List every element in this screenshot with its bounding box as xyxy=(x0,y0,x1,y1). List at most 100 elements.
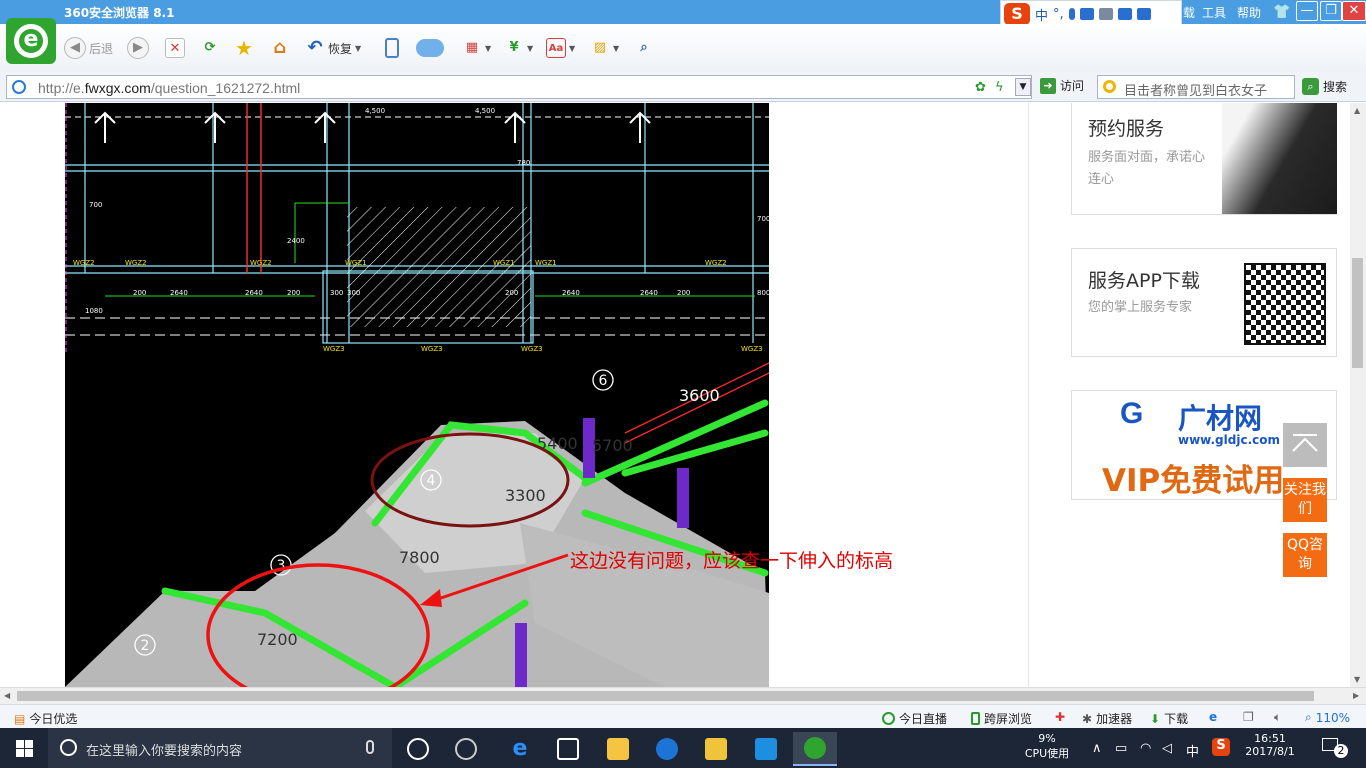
volume-icon[interactable]: 🔈︎ xyxy=(1274,710,1281,725)
wrench-icon[interactable] xyxy=(1136,8,1151,20)
app-download-card[interactable]: 服务APP下载 您的掌上服务专家 xyxy=(1071,248,1337,357)
zoom-level[interactable]: ⌕ 110% xyxy=(1305,710,1350,725)
taskbar-app-browser2[interactable] xyxy=(444,732,488,766)
battery-icon[interactable]: ▭ xyxy=(1115,741,1127,756)
home-button[interactable]: ⌂ xyxy=(270,35,290,61)
skin-icon[interactable]: 👕 xyxy=(1273,4,1290,20)
horizontal-scrollbar[interactable]: ◀ ▶ xyxy=(0,687,1366,704)
taskbar-search-input[interactable]: 在这里输入你要搜索的内容 xyxy=(86,740,242,759)
taskbar-app-edge[interactable]: e xyxy=(498,732,542,766)
sogou-icon[interactable]: S xyxy=(1004,3,1030,25)
taskbar-app-notes[interactable] xyxy=(694,732,738,766)
address-dropdown-icon[interactable]: ▼ xyxy=(1015,78,1031,96)
scroll-thumb[interactable] xyxy=(1352,258,1363,368)
menu-download[interactable]: 载 xyxy=(1183,4,1195,21)
browser-logo[interactable]: e xyxy=(6,18,56,64)
scroll-thumb[interactable] xyxy=(17,691,1314,701)
taskbar-search[interactable]: 在这里输入你要搜索的内容 xyxy=(48,728,392,768)
search-button[interactable]: ⌕ 搜索 xyxy=(1302,78,1347,95)
clock[interactable]: 16:51 2017/8/1 xyxy=(1240,732,1300,758)
taskbar-app-taskview[interactable] xyxy=(396,732,440,766)
restore-label: 恢复 xyxy=(328,41,353,56)
restore-button[interactable]: ↶ 恢复 ▼ xyxy=(305,35,361,61)
cross-screen[interactable]: 跨屏浏览 xyxy=(971,710,1032,727)
microphone-icon[interactable] xyxy=(366,740,374,754)
search-input[interactable]: 目击者称曾见到白衣女子 xyxy=(1124,80,1292,99)
translate-button[interactable]: Aa ▼ xyxy=(546,35,575,61)
ad-slogan: VIP免费试用 xyxy=(1102,463,1285,499)
today-live[interactable]: 今日直播 xyxy=(882,710,947,727)
downloads[interactable]: ⬇ 下载 xyxy=(1150,710,1188,727)
screenshot-button[interactable]: ▨ ▼ xyxy=(590,35,619,61)
close-button[interactable]: ✕ xyxy=(1342,1,1366,21)
app-subtitle: 您的掌上服务专家 xyxy=(1088,300,1193,315)
shirt-icon[interactable] xyxy=(1117,8,1132,20)
today-picks[interactable]: ▤ 今日优选 xyxy=(14,710,77,727)
back-button[interactable]: ◀ 后退 xyxy=(64,35,113,61)
gift-icon: ▤ xyxy=(14,711,26,726)
sogou-tray-icon[interactable]: S xyxy=(1212,738,1230,756)
taskbar-app-tool[interactable] xyxy=(744,732,788,766)
back-to-top-button[interactable] xyxy=(1283,423,1327,467)
favorites-button[interactable]: ★ xyxy=(234,35,254,61)
ie-icon[interactable]: e xyxy=(1209,710,1217,724)
vertical-scrollbar[interactable]: ▲ ▼ xyxy=(1350,103,1366,687)
security-button[interactable]: ¥ ▼ xyxy=(504,35,533,61)
wifi-icon[interactable]: ◠ xyxy=(1140,741,1151,756)
medical-icon[interactable]: ✚ xyxy=(1055,710,1065,724)
notification-count: 2 xyxy=(1334,744,1348,758)
menu-help[interactable]: 帮助 xyxy=(1237,4,1261,21)
window-icon[interactable]: ❐ xyxy=(1243,710,1254,724)
start-button[interactable] xyxy=(0,728,48,768)
volume-icon[interactable]: ◁ xyxy=(1162,741,1172,756)
ime-punct[interactable]: °, xyxy=(1053,7,1064,22)
keyboard-icon[interactable] xyxy=(1079,8,1094,20)
forward-button[interactable]: ▶ xyxy=(127,35,149,61)
speed-mode-icon[interactable]: ϟ xyxy=(995,80,1004,95)
task-view-icon xyxy=(407,738,429,760)
scroll-left-icon[interactable]: ◀ xyxy=(4,691,10,700)
follow-us-button[interactable]: 关注我们 xyxy=(1283,478,1327,522)
taskbar-app-explorer[interactable] xyxy=(596,732,640,766)
chevron-up-icon[interactable]: ∧ xyxy=(1092,741,1102,756)
compat-icon[interactable]: ✿ xyxy=(975,80,986,95)
visit-button[interactable]: ➜ 访问 xyxy=(1040,77,1084,94)
today-picks-label: 今日优选 xyxy=(29,712,78,726)
address-bar[interactable]: http://e.fwxgx.com/question_1621272.html… xyxy=(6,75,1032,99)
ime-lang[interactable]: 中 xyxy=(1035,5,1048,24)
taskbar-app-store[interactable] xyxy=(546,732,590,766)
search-engine-icon[interactable] xyxy=(1103,80,1116,93)
zoom-button[interactable]: ⌕ xyxy=(634,35,654,61)
scroll-up-icon[interactable]: ▲ xyxy=(1354,106,1360,115)
mobile-button[interactable] xyxy=(385,35,399,61)
store-icon xyxy=(557,738,579,760)
refresh-button[interactable]: ⟳ xyxy=(200,35,220,61)
menu-tools[interactable]: 工具 xyxy=(1202,4,1226,21)
shield-icon: ¥ xyxy=(509,40,519,55)
download-arrow-icon: ⬇ xyxy=(1150,711,1161,726)
user-icon[interactable] xyxy=(1098,8,1113,20)
service-card[interactable]: 预约服务 服务面对面，承诺心连心 xyxy=(1071,103,1337,215)
stop-button[interactable]: ✕ xyxy=(165,35,185,61)
mic-icon[interactable] xyxy=(1068,8,1075,20)
apps-button[interactable]: ▦ ▼ xyxy=(462,35,491,61)
search-box[interactable]: 目击者称曾见到白衣女子 xyxy=(1097,75,1295,99)
qq-consult-button[interactable]: QQ咨询 xyxy=(1283,533,1327,577)
qr-code-image[interactable] xyxy=(1244,263,1326,345)
ime-indicator[interactable]: 中 xyxy=(1186,741,1199,760)
scroll-down-icon[interactable]: ▼ xyxy=(1354,675,1360,684)
scroll-right-icon[interactable]: ▶ xyxy=(1353,691,1359,700)
visit-arrow-icon: ➜ xyxy=(1040,77,1056,94)
windows-icon: ❐ xyxy=(1243,710,1254,724)
cpu-meter[interactable]: 9% CPU使用 xyxy=(1024,732,1070,761)
taskbar: 在这里输入你要搜索的内容 e 9% CPU使用 ∧ ▭ ◠ ◁ 中 S 16:5… xyxy=(0,728,1366,768)
cross-screen-label: 跨屏浏览 xyxy=(984,712,1033,726)
minimize-button[interactable]: — xyxy=(1296,1,1318,21)
maximize-button[interactable]: ❐ xyxy=(1320,1,1342,21)
taskbar-app-glodon[interactable] xyxy=(645,732,689,766)
action-center-button[interactable]: 2 xyxy=(1318,736,1348,760)
cloud-button[interactable] xyxy=(416,35,444,61)
url-text[interactable]: http://e.fwxgx.com/question_1621272.html xyxy=(38,80,300,96)
taskbar-app-360browser[interactable] xyxy=(793,732,837,766)
accelerator[interactable]: ✱ 加速器 xyxy=(1082,710,1132,727)
